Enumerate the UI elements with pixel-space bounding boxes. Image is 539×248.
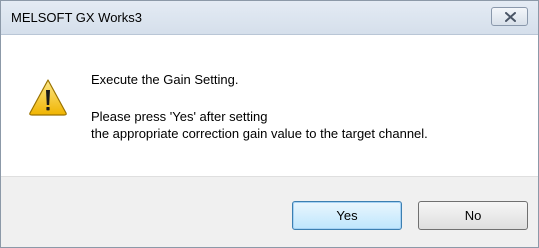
yes-button[interactable]: Yes xyxy=(292,201,402,230)
message-line-1: Execute the Gain Setting. xyxy=(91,72,239,87)
title-bar[interactable]: MELSOFT GX Works3 xyxy=(1,1,538,35)
message-line-3: the appropriate correction gain value to… xyxy=(91,126,428,141)
button-bar: Yes No xyxy=(1,176,538,247)
close-button[interactable] xyxy=(491,7,528,26)
message-line-2: Please press 'Yes' after setting xyxy=(91,109,268,124)
no-button[interactable]: No xyxy=(418,201,528,230)
message-dialog: MELSOFT GX Works3 Execute the Gain Setti… xyxy=(0,0,539,248)
close-x-icon xyxy=(505,12,516,22)
dialog-content: Execute the Gain Setting. Please press '… xyxy=(1,35,538,176)
window-title: MELSOFT GX Works3 xyxy=(11,10,142,25)
warning-icon xyxy=(29,79,67,116)
